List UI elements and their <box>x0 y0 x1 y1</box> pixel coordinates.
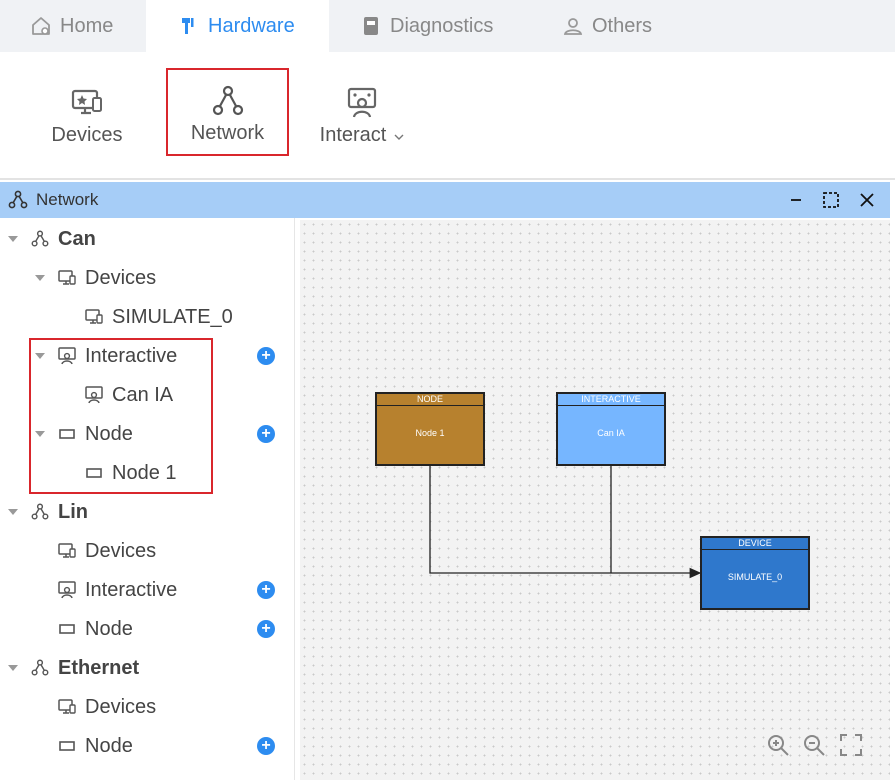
devices-icon <box>71 89 102 115</box>
tab-home[interactable]: Home <box>30 0 113 52</box>
devices-icon <box>57 268 77 288</box>
zoom-out-icon <box>804 735 825 756</box>
add-node-button[interactable]: + <box>257 737 275 755</box>
tree-item-label: Interactive <box>85 578 178 601</box>
maximize-button[interactable] <box>819 188 843 212</box>
tree-item-lin-node[interactable]: Node <box>57 610 133 648</box>
network-icon <box>30 658 50 678</box>
tree-item-eth-node[interactable]: Node <box>57 727 133 765</box>
devices-icon <box>57 697 77 717</box>
fullscreen-icon <box>840 734 862 756</box>
node-icon <box>57 736 77 756</box>
devices-button-label: Devices <box>51 124 123 146</box>
maximize-icon <box>823 192 839 208</box>
add-node-button[interactable]: + <box>257 620 275 638</box>
graph-node-simulate-0[interactable]: DEVICE SIMULATE_0 <box>700 536 810 610</box>
add-interactive-button[interactable]: + <box>257 347 275 365</box>
tab-others[interactable]: Others <box>562 0 652 52</box>
devices-icon <box>84 307 104 327</box>
tab-others-label: Others <box>592 14 653 37</box>
tree-item-label: Can <box>58 227 96 250</box>
graph-node-can-ia[interactable]: INTERACTIVE Can IA <box>556 392 666 466</box>
network-button-label: Network <box>190 122 265 144</box>
tree-item-label: SIMULATE_0 <box>112 305 233 328</box>
network-icon <box>30 229 50 249</box>
tree-item-simulate-0[interactable]: SIMULATE_0 <box>84 298 233 336</box>
top-tab-bar: Home Hardware Diagnostics Others <box>0 0 895 52</box>
tree-item-label: Devices <box>85 539 157 562</box>
zoom-in-button[interactable] <box>766 733 790 757</box>
tree-item-label: Ethernet <box>58 656 140 679</box>
tree-item-ethernet[interactable]: Ethernet <box>6 649 139 687</box>
graph-node-header: NODE <box>377 394 483 406</box>
close-icon <box>860 193 874 207</box>
network-icon <box>8 190 28 209</box>
interact-icon <box>347 87 377 118</box>
interact-icon <box>57 580 77 600</box>
add-node-button[interactable]: + <box>257 425 275 443</box>
network-button[interactable]: Network <box>166 68 289 156</box>
network-canvas[interactable] <box>300 220 890 780</box>
network-panel-header: Network <box>0 182 890 218</box>
ribbon-toolbar: Devices Network Interact <box>0 52 895 180</box>
tree-item-lin[interactable]: Lin <box>6 493 88 531</box>
graph-node-label: Can IA <box>597 428 625 438</box>
node-icon <box>57 619 77 639</box>
tree-item-label: Lin <box>58 500 88 523</box>
chevron-down-icon <box>394 124 404 147</box>
tree-item-lin-interactive[interactable]: Interactive <box>57 571 177 609</box>
minimize-icon <box>791 199 801 201</box>
tab-diagnostics[interactable]: Diagnostics <box>360 0 493 52</box>
tab-home-label: Home <box>60 14 114 37</box>
tree-item-label: Devices <box>85 695 157 718</box>
caret-down-icon[interactable] <box>6 235 20 243</box>
interact-dropdown[interactable]: Interact <box>312 66 412 147</box>
network-icon <box>212 85 243 116</box>
caret-down-icon[interactable] <box>6 508 20 516</box>
devices-button[interactable]: Devices <box>44 66 130 147</box>
tree-item-label: Node <box>85 617 133 640</box>
tree-item-label: Node <box>85 734 133 757</box>
graph-node-node1[interactable]: NODE Node 1 <box>375 392 485 466</box>
zoom-out-button[interactable] <box>802 733 826 757</box>
zoom-in-icon <box>768 735 789 756</box>
graph-node-label: Node 1 <box>415 428 445 438</box>
close-button[interactable] <box>855 188 879 212</box>
tree-item-can[interactable]: Can <box>6 220 96 258</box>
user-icon <box>562 15 584 37</box>
tree-item-can-devices[interactable]: Devices <box>33 259 156 297</box>
interact-dropdown-label: Interact <box>319 124 387 146</box>
tree-item-eth-devices[interactable]: Devices <box>57 688 156 726</box>
tab-diagnostics-label: Diagnostics <box>390 14 494 37</box>
fit-view-button[interactable] <box>839 733 863 757</box>
panel-title: Network <box>36 190 99 209</box>
tree-item-label: Devices <box>85 266 157 289</box>
tab-hardware[interactable]: Hardware <box>146 0 329 52</box>
network-icon <box>30 502 50 522</box>
graph-node-label: SIMULATE_0 <box>727 572 783 582</box>
minimize-button[interactable] <box>784 188 808 212</box>
tree-item-lin-devices[interactable]: Devices <box>57 532 156 570</box>
home-gear-icon <box>30 15 52 37</box>
graph-node-header: INTERACTIVE <box>558 394 664 406</box>
caret-down-icon[interactable] <box>6 664 20 672</box>
add-interactive-button[interactable]: + <box>257 581 275 599</box>
book-icon <box>360 15 382 37</box>
devices-icon <box>57 541 77 561</box>
highlight-box <box>29 338 213 494</box>
hardware-icon <box>178 15 200 37</box>
caret-down-icon[interactable] <box>33 274 47 282</box>
tab-hardware-label: Hardware <box>208 14 295 37</box>
graph-node-header: DEVICE <box>702 538 808 550</box>
